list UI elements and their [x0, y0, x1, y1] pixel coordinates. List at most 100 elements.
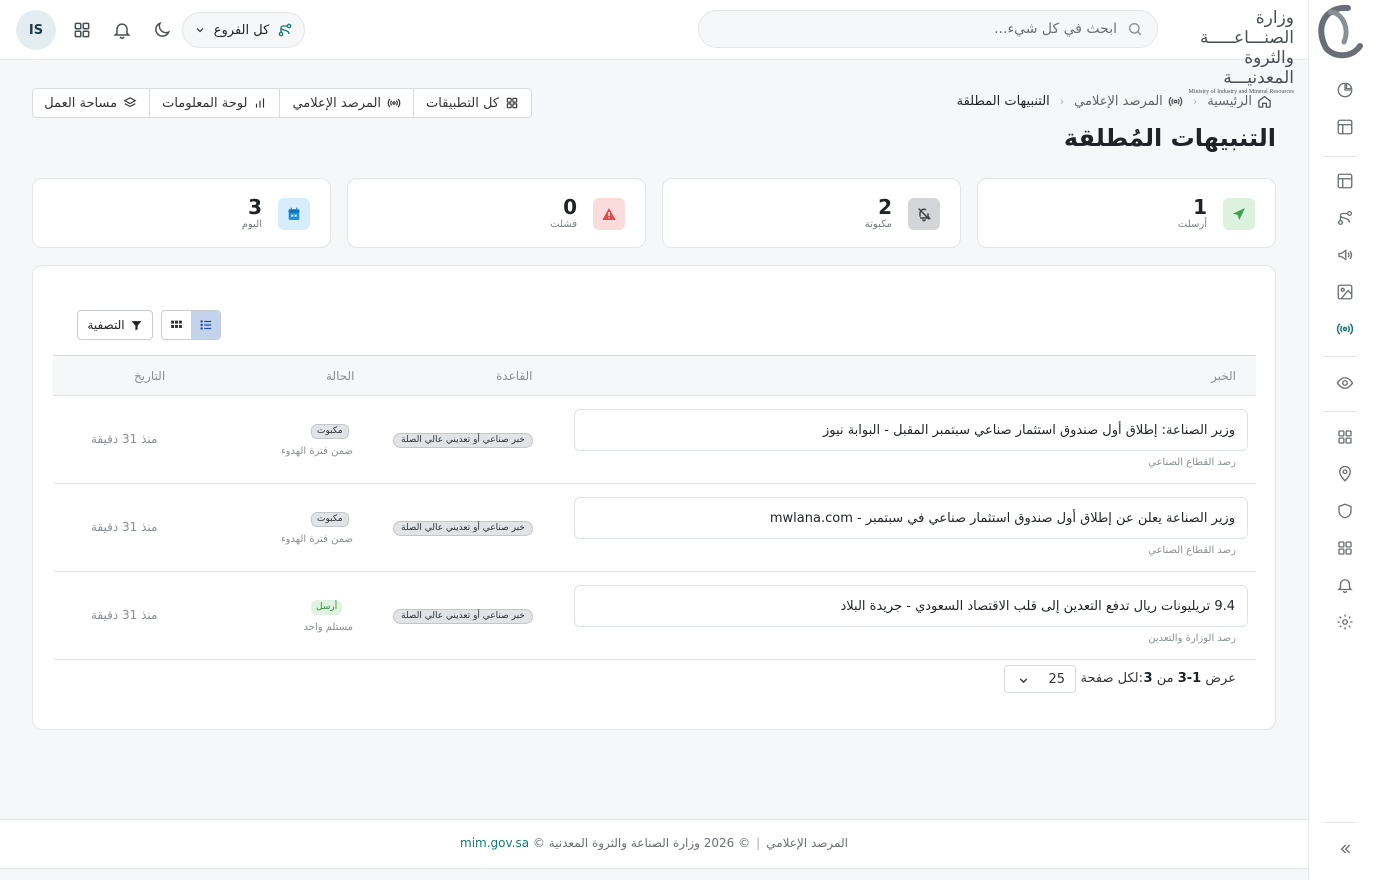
global-search[interactable] [698, 10, 1158, 48]
sidebar-item-alerts[interactable] [1336, 576, 1354, 594]
page-title: التنبيهات المُطلقة [1063, 124, 1276, 152]
sidebar-item-modules[interactable] [1336, 539, 1354, 557]
sidebar [1308, 0, 1380, 880]
bar-chart-icon [253, 96, 267, 110]
sidebar-item-layout[interactable] [1336, 118, 1354, 136]
quick-nav-all-apps-label: كل التطبيقات [426, 95, 499, 111]
pagination-info: عرض 1-3 من 3 [1144, 671, 1236, 686]
apps-grid-icon [505, 96, 519, 110]
search-input[interactable] [715, 11, 1117, 47]
column-header-status[interactable]: الحالة [326, 369, 354, 383]
rule-badge: خبر صناعي أو تعديني عالي الصلة [393, 521, 533, 536]
quick-nav-all-apps[interactable]: كل التطبيقات [413, 89, 531, 117]
layers-icon [123, 96, 137, 110]
column-header-rule[interactable]: القاعدة [496, 369, 532, 383]
footer-text: المرصد الإعلامي | © 2026 وزارة الصناعة وال… [0, 836, 1308, 850]
status-badge: مكبوت [311, 424, 349, 439]
logo-line-1: وزارة الصنـــاعـــــة [1199, 8, 1294, 48]
breadcrumb-section[interactable]: المرصد الإعلامي [1074, 94, 1183, 109]
dark-mode-moon-icon[interactable] [152, 20, 172, 40]
alerts-table: الخبر القاعدة الحالة التاريخ وزير الصناع… [53, 355, 1256, 660]
news-title-link[interactable]: 9.4 تريليونات ريال تدفع التعدين إلى قلب … [574, 585, 1248, 627]
list-view-button[interactable] [191, 311, 220, 339]
column-header-news[interactable]: الخبر [1211, 369, 1236, 383]
footer-copyright: © 2026 وزارة الصناعة والثروة المعدنية © [532, 836, 751, 850]
user-avatar[interactable]: IS [16, 10, 56, 50]
logo-text: وزارة الصنـــاعـــــة والثروة المعدنيـــ… [1174, 8, 1294, 96]
stat-sent-label: أرسلت [1177, 219, 1207, 230]
table-row[interactable]: 9.4 تريليونات ريال تدفع التعدين إلى قلب … [53, 572, 1256, 660]
news-title-link[interactable]: وزير الصناعة: إطلاق أول صندوق استثمار صن… [574, 409, 1248, 451]
table-header: الخبر القاعدة الحالة التاريخ [53, 355, 1256, 396]
bell-off-icon [908, 198, 940, 230]
ministry-emblem-icon[interactable] [1308, 2, 1366, 60]
filter-button-label: التصفية [87, 318, 125, 332]
grid-icon [170, 319, 183, 332]
sidebar-item-branches[interactable] [1336, 209, 1354, 227]
sidebar-item-analytics[interactable] [1336, 81, 1354, 99]
quick-nav-workspace[interactable]: مساحة العمل [33, 89, 149, 117]
quick-nav-workspace-label: مساحة العمل [44, 95, 118, 111]
sidebar-item-security[interactable] [1336, 502, 1354, 520]
stat-failed-label: فشلت [550, 219, 577, 230]
news-source: رصد القطاع الصناعي [1148, 545, 1236, 556]
sidebar-item-apps[interactable] [1336, 428, 1354, 446]
quick-nav-media-observatory[interactable]: المرصد الإعلامي [279, 89, 413, 117]
filter-button[interactable]: التصفية [77, 310, 153, 340]
sidebar-divider [1323, 822, 1357, 823]
apps-grid-icon[interactable] [72, 20, 92, 40]
branch-selector[interactable]: كل الفروع [182, 12, 305, 48]
stat-stored-value: 2 [878, 195, 892, 219]
stat-card-today: 3 اليوم [32, 178, 331, 248]
per-page-label: لكل صفحة: [1080, 671, 1143, 686]
sidebar-item-locations[interactable] [1336, 465, 1354, 483]
footer-domain-link[interactable]: mim.gov.sa [460, 836, 529, 850]
table-row[interactable]: وزير الصناعة: إطلاق أول صندوق استثمار صن… [53, 396, 1256, 484]
status-note: ضمن فترة الهدوء [280, 446, 353, 457]
table-row[interactable]: وزير الصناعة يعلن عن إطلاق أول صندوق است… [53, 484, 1256, 572]
footer: المرصد الإعلامي | © 2026 وزارة الصناعة وال… [0, 819, 1308, 869]
pagination-total: 3 [1143, 671, 1153, 686]
sidebar-item-announcements[interactable] [1336, 246, 1354, 264]
stat-card-sent: 1 أرسلت [977, 178, 1276, 248]
breadcrumb-home[interactable]: الرئيسية [1207, 94, 1272, 109]
branch-icon [277, 22, 293, 38]
news-source: رصد الوزارة والتعدين [1148, 633, 1236, 644]
search-icon [1127, 21, 1143, 37]
status-badge: أرسل [311, 600, 343, 615]
grid-view-button[interactable] [162, 311, 191, 339]
column-header-date[interactable]: التاريخ [134, 369, 165, 383]
sidebar-item-settings[interactable] [1336, 613, 1354, 631]
date-cell: منذ 31 دقيقة [91, 520, 158, 534]
stat-card-stored: 2 مكبوتة [662, 178, 961, 248]
filter-icon [130, 319, 143, 332]
stat-today-value: 3 [248, 195, 262, 219]
sidebar-collapse-icon[interactable] [1337, 841, 1353, 857]
pagination-range: 1-3 [1177, 671, 1202, 686]
warning-icon [593, 198, 625, 230]
notifications-bell-icon[interactable] [112, 20, 132, 40]
stat-today-label: اليوم [241, 219, 262, 230]
status-note: ضمن فترة الهدوء [280, 534, 353, 545]
top-bar: وزارة الصنـــاعـــــة والثروة المعدنيـــ… [0, 0, 1308, 95]
rule-badge: خبر صناعي أو تعديني عالي الصلة [393, 433, 533, 448]
sidebar-item-images[interactable] [1336, 283, 1354, 301]
view-toggle [161, 310, 221, 340]
sidebar-item-media-observatory[interactable] [1336, 320, 1354, 338]
sidebar-item-watch[interactable] [1336, 374, 1354, 392]
news-title-link[interactable]: وزير الصناعة يعلن عن إطلاق أول صندوق است… [574, 497, 1248, 539]
branch-selector-label: كل الفروع [213, 22, 270, 38]
pagination-prefix: عرض [1205, 671, 1236, 686]
chevron-down-icon [194, 24, 206, 36]
quick-nav-dashboard[interactable]: لوحة المعلومات [149, 89, 279, 117]
pagination-of: من [1156, 671, 1174, 686]
sidebar-divider [1323, 356, 1357, 357]
per-page-select[interactable]: 25 [1004, 665, 1076, 693]
sidebar-item-dashboard[interactable] [1336, 172, 1354, 190]
alerts-panel: التصفية الخبر القاعدة الحالة التاريخ وزي… [32, 265, 1276, 730]
pagination: عرض 1-3 من 3 لكل صفحة: 25 [53, 661, 1256, 707]
quick-nav: كل التطبيقات المرصد الإعلامي لوحة المعلو… [32, 88, 532, 118]
status-badge: مكبوت [311, 512, 349, 527]
news-source: رصد القطاع الصناعي [1148, 457, 1236, 468]
home-icon [1257, 94, 1272, 109]
